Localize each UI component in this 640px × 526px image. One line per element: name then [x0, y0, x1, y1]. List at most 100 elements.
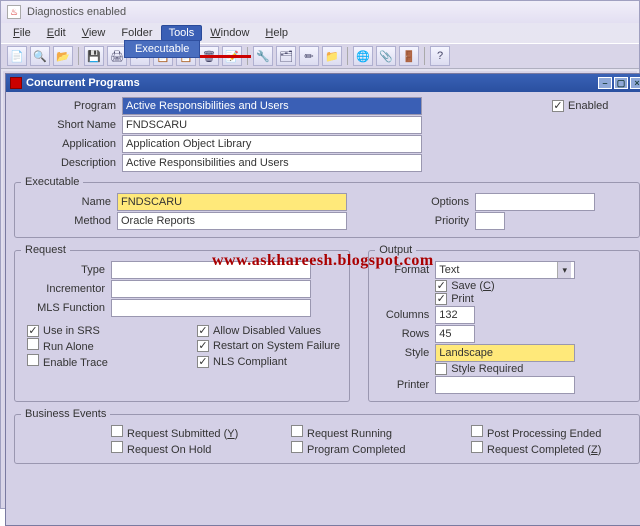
exec-name-label: Name — [21, 196, 117, 208]
save-checkbox[interactable] — [435, 280, 447, 292]
oracle-icon — [10, 77, 22, 89]
menu-edit[interactable]: Edit — [39, 25, 74, 41]
print-label: Print — [451, 293, 474, 305]
method-field[interactable]: Oracle Reports — [117, 212, 347, 230]
enabled-label: Enabled — [568, 100, 608, 112]
req-completed-checkbox[interactable] — [471, 441, 483, 453]
business-events-legend: Business Events — [21, 408, 110, 420]
use-in-srs-checkbox[interactable] — [27, 325, 39, 337]
child-window: Concurrent Programs – ▢ × Program Active… — [5, 73, 640, 526]
nls-checkbox[interactable] — [197, 356, 209, 368]
outer-title: Diagnostics enabled — [27, 6, 126, 18]
mls-field[interactable] — [111, 299, 311, 317]
toolbar: 📄 🔍 📂 💾 🖨 ✂ 📋 📋 🗑 📝 🔧 🗂 ✏ 📁 🌐 📎 🚪 ? — [1, 43, 639, 69]
type-label: Type — [21, 264, 111, 276]
child-titlebar: Concurrent Programs – ▢ × — [6, 74, 640, 92]
options-field[interactable] — [475, 193, 595, 211]
child-title: Concurrent Programs — [26, 77, 140, 89]
tb-pencil-icon[interactable]: ✏ — [299, 46, 319, 66]
style-field[interactable]: Landscape — [435, 344, 575, 362]
run-alone-label: Run Alone — [43, 341, 94, 353]
mls-label: MLS Function — [21, 302, 111, 314]
menu-window[interactable]: Window — [202, 25, 257, 41]
tb-tools-icon[interactable]: 🔧 — [253, 46, 273, 66]
outer-titlebar: ♨ Diagnostics enabled — [1, 1, 639, 23]
business-events-group: Business Events Request Submitted (Y) Re… — [14, 408, 640, 464]
close-button[interactable]: × — [630, 77, 640, 89]
program-field[interactable]: Active Responsibilities and Users — [122, 97, 422, 115]
post-processing-checkbox[interactable] — [471, 425, 483, 437]
printer-label: Printer — [375, 379, 435, 391]
allow-disabled-checkbox[interactable] — [197, 325, 209, 337]
req-running-checkbox[interactable] — [291, 425, 303, 437]
print-checkbox[interactable] — [435, 293, 447, 305]
executable-group: Executable Name FNDSCARU Options Method … — [14, 176, 640, 238]
short-name-label: Short Name — [14, 119, 122, 131]
priority-field[interactable] — [475, 212, 505, 230]
tb-exit-icon[interactable]: 🚪 — [399, 46, 419, 66]
nls-label: NLS Compliant — [213, 356, 287, 368]
application-field[interactable]: Application Object Library — [122, 135, 422, 153]
java-icon: ♨ — [7, 5, 21, 19]
tb-new-icon[interactable]: 📄 — [7, 46, 27, 66]
chevron-down-icon: ▾ — [557, 262, 571, 278]
menu-file[interactable]: File — [5, 25, 39, 41]
rows-field[interactable]: 45 — [435, 325, 475, 343]
short-name-field[interactable]: FNDSCARU — [122, 116, 422, 134]
method-label: Method — [21, 215, 117, 227]
menu-help[interactable]: Help — [257, 25, 296, 41]
tb-attach-icon[interactable]: 📎 — [376, 46, 396, 66]
program-label: Program — [14, 100, 122, 112]
priority-label: Priority — [347, 215, 475, 227]
style-label: Style — [375, 347, 435, 359]
tb-globe-icon[interactable]: 🌐 — [353, 46, 373, 66]
description-field[interactable]: Active Responsibilities and Users — [122, 154, 422, 172]
incrementor-label: Incrementor — [21, 283, 111, 295]
watermark: www.askhareesh.blogspot.com — [212, 252, 434, 270]
minimize-button[interactable]: – — [598, 77, 612, 89]
tools-dropdown[interactable]: Executable — [124, 40, 200, 58]
columns-field[interactable]: 132 — [435, 306, 475, 324]
style-required-label: Style Required — [451, 363, 523, 375]
request-legend: Request — [21, 244, 70, 256]
allow-disabled-label: Allow Disabled Values — [213, 325, 321, 337]
tb-find-icon[interactable]: 🔍 — [30, 46, 50, 66]
req-running-label: Request Running — [307, 428, 392, 440]
printer-field[interactable] — [435, 376, 575, 394]
exec-name-field[interactable]: FNDSCARU — [117, 193, 347, 211]
save-label: Save (C) — [451, 280, 494, 292]
tb-folder-icon[interactable]: 🗂 — [276, 46, 296, 66]
req-submitted-label: Request Submitted (Y) — [127, 428, 238, 440]
use-in-srs-label: Use in SRS — [43, 325, 100, 337]
tb-navigator-icon[interactable]: 📂 — [53, 46, 73, 66]
restart-label: Restart on System Failure — [213, 340, 340, 352]
tb-help-icon[interactable]: ? — [430, 46, 450, 66]
menu-folder[interactable]: Folder — [113, 25, 160, 41]
enable-trace-checkbox[interactable] — [27, 354, 39, 366]
enable-trace-label: Enable Trace — [43, 357, 108, 369]
dropdown-executable[interactable]: Executable — [135, 43, 189, 55]
menubar: File Edit View Folder Tools Window Help — [1, 23, 639, 43]
menu-view[interactable]: View — [74, 25, 114, 41]
tb-save-icon[interactable]: 💾 — [84, 46, 104, 66]
maximize-button[interactable]: ▢ — [614, 77, 628, 89]
run-alone-checkbox[interactable] — [27, 338, 39, 350]
menu-tools[interactable]: Tools — [161, 25, 203, 41]
executable-legend: Executable — [21, 176, 83, 188]
req-completed-label: Request Completed (Z) — [487, 444, 601, 456]
req-on-hold-label: Request On Hold — [127, 444, 211, 456]
tb-open-icon[interactable]: 📁 — [322, 46, 342, 66]
incrementor-field[interactable] — [111, 280, 311, 298]
req-on-hold-checkbox[interactable] — [111, 441, 123, 453]
program-completed-label: Program Completed — [307, 444, 405, 456]
style-required-checkbox[interactable] — [435, 363, 447, 375]
columns-label: Columns — [375, 309, 435, 321]
description-label: Description — [14, 157, 122, 169]
enabled-checkbox[interactable] — [552, 100, 564, 112]
post-processing-label: Post Processing Ended — [487, 428, 601, 440]
req-submitted-checkbox[interactable] — [111, 425, 123, 437]
options-label: Options — [347, 196, 475, 208]
restart-checkbox[interactable] — [197, 340, 209, 352]
program-completed-checkbox[interactable] — [291, 441, 303, 453]
format-combo[interactable]: Text▾ — [435, 261, 575, 279]
